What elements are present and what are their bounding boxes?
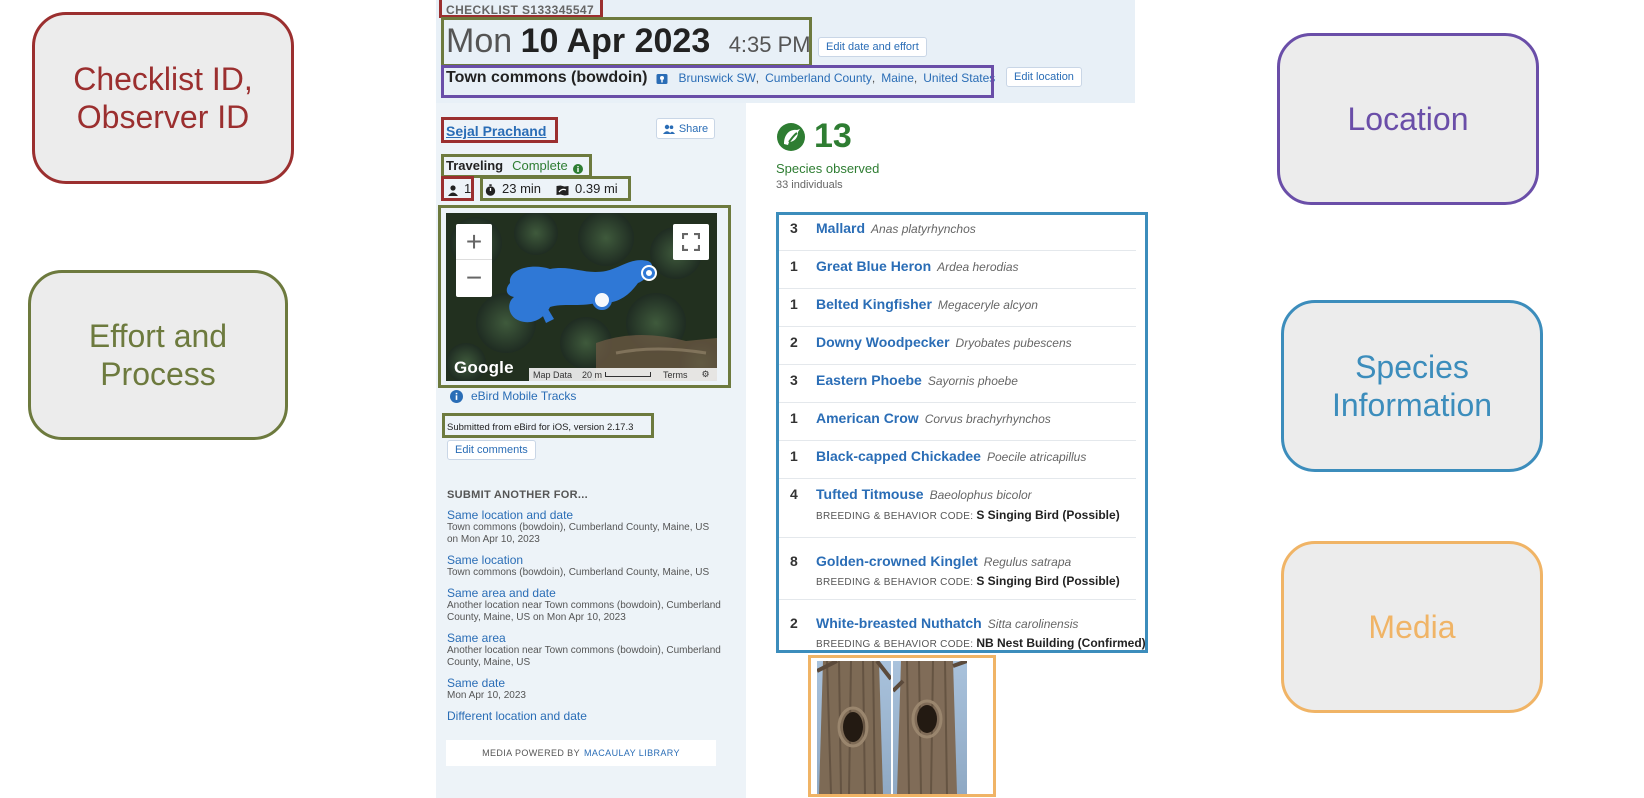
submit-option[interactable]: Same location Town commons (bowdoin), Cu… <box>447 553 722 579</box>
submit-another-list: Same location and date Town commons (bow… <box>447 508 722 723</box>
submit-option-title[interactable]: Same location <box>447 553 722 567</box>
datetime-highlight <box>441 17 812 67</box>
tracks-line: eBird Mobile Tracks <box>450 389 576 403</box>
macaulay-library-link[interactable]: MACAULAY LIBRARY <box>584 748 680 758</box>
observers-highlight <box>441 176 474 201</box>
submit-another-heading: SUBMIT ANOTHER FOR... <box>447 489 588 501</box>
submit-option[interactable]: Same date Mon Apr 10, 2023 <box>447 676 722 702</box>
legend-location: Location <box>1277 33 1539 205</box>
edit-comments-button[interactable]: Edit comments <box>447 440 536 460</box>
submit-option-title[interactable]: Same location and date <box>447 508 722 522</box>
species-observed-label: Species observed <box>776 161 880 176</box>
edit-location-button[interactable]: Edit location <box>1006 67 1082 87</box>
legend-media-label: Media <box>1368 609 1456 645</box>
media-powered-by: MEDIA POWERED BY MACAULAY LIBRARY <box>446 740 716 766</box>
submit-option-desc: Another location near Town commons (bowd… <box>447 600 721 623</box>
legend-species-information: Species Information <box>1281 300 1543 472</box>
people-icon <box>662 124 675 134</box>
protocol-highlight <box>441 154 592 178</box>
info-icon <box>450 389 463 403</box>
legend-effort-label: Effort and Process <box>88 318 228 392</box>
observer-highlight <box>441 117 558 143</box>
submitted-highlight <box>442 413 654 438</box>
share-button[interactable]: Share <box>656 118 715 139</box>
submit-option[interactable]: Different location and date <box>447 709 722 723</box>
checklist-id-highlight <box>439 0 603 18</box>
media-highlight <box>808 655 996 797</box>
legend-location-label: Location <box>1347 101 1469 137</box>
ebird-mobile-tracks-link[interactable]: eBird Mobile Tracks <box>471 389 576 403</box>
species-highlight <box>776 212 1148 653</box>
submit-option-title[interactable]: Same area and date <box>447 586 722 600</box>
legend-effort-process: Effort and Process <box>28 270 288 440</box>
map-highlight <box>438 205 731 388</box>
effort-highlight <box>480 176 631 201</box>
submit-option[interactable]: Same area and date Another location near… <box>447 586 722 624</box>
submit-option[interactable]: Same location and date Town commons (bow… <box>447 508 722 546</box>
bird-icon <box>776 122 806 152</box>
submit-option-desc: Another location near Town commons (bowd… <box>447 645 721 668</box>
submit-option-desc: Town commons (bowdoin), Cumberland Count… <box>447 567 710 578</box>
individuals-count: 33 individuals <box>776 179 843 191</box>
legend-checklist-label: Checklist ID, Observer ID <box>73 61 253 135</box>
legend-media: Media <box>1281 541 1543 713</box>
submit-option-desc: Town commons (bowdoin), Cumberland Count… <box>447 522 710 545</box>
media-powered-prefix: MEDIA POWERED BY <box>482 748 580 758</box>
submit-option-title[interactable]: Same date <box>447 676 722 690</box>
location-highlight <box>441 65 994 98</box>
species-summary: 13 <box>776 117 852 156</box>
species-count: 13 <box>814 117 852 155</box>
submit-option-desc: Mon Apr 10, 2023 <box>447 690 526 701</box>
legend-checklist-observer: Checklist ID, Observer ID <box>32 12 294 184</box>
legend-species-label: Species Information <box>1331 349 1493 423</box>
submit-option-title[interactable]: Different location and date <box>447 709 722 723</box>
submit-option-title[interactable]: Same area <box>447 631 722 645</box>
submit-option[interactable]: Same area Another location near Town com… <box>447 631 722 669</box>
edit-date-effort-button[interactable]: Edit date and effort <box>818 37 927 57</box>
share-label: Share <box>678 122 709 135</box>
